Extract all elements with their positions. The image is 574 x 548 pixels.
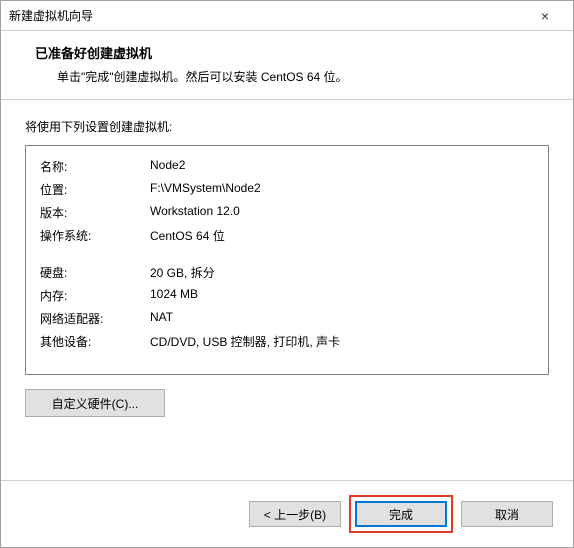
settings-value: 20 GB, 拆分 (150, 264, 534, 281)
settings-label: 其他设备: (40, 333, 150, 350)
settings-label: 硬盘: (40, 264, 150, 281)
close-icon: × (541, 8, 549, 24)
settings-label: 版本: (40, 204, 150, 221)
settings-value: CD/DVD, USB 控制器, 打印机, 声卡 (150, 333, 534, 350)
settings-row: 版本: Workstation 12.0 (40, 204, 534, 221)
titlebar: 新建虚拟机向导 × (1, 1, 573, 31)
settings-row: 操作系统: CentOS 64 位 (40, 227, 534, 244)
intro-text: 将使用下列设置创建虚拟机: (25, 118, 549, 135)
settings-row: 名称: Node2 (40, 158, 534, 175)
close-button[interactable]: × (525, 2, 565, 30)
header-title: 已准备好创建虚拟机 (35, 43, 553, 62)
cancel-button[interactable]: 取消 (461, 501, 553, 527)
settings-label: 位置: (40, 181, 150, 198)
highlight-annotation: 完成 (349, 495, 453, 533)
settings-value: NAT (150, 310, 534, 327)
customize-hardware-button[interactable]: 自定义硬件(C)... (25, 389, 165, 417)
settings-row: 位置: F:\VMSystem\Node2 (40, 181, 534, 198)
settings-label: 操作系统: (40, 227, 150, 244)
settings-gap (40, 250, 534, 264)
settings-value: 1024 MB (150, 287, 534, 304)
header-subtitle: 单击"完成"创建虚拟机。然后可以安装 CentOS 64 位。 (57, 68, 553, 85)
footer-buttons: < 上一步(B) 完成 取消 (1, 480, 573, 547)
window-title: 新建虚拟机向导 (9, 7, 93, 24)
content-area: 将使用下列设置创建虚拟机: 名称: Node2 位置: F:\VMSystem\… (1, 100, 573, 480)
settings-summary-box: 名称: Node2 位置: F:\VMSystem\Node2 版本: Work… (25, 145, 549, 375)
settings-row: 内存: 1024 MB (40, 287, 534, 304)
settings-row: 网络适配器: NAT (40, 310, 534, 327)
header-section: 已准备好创建虚拟机 单击"完成"创建虚拟机。然后可以安装 CentOS 64 位… (1, 31, 573, 100)
settings-label: 内存: (40, 287, 150, 304)
settings-label: 网络适配器: (40, 310, 150, 327)
settings-value: CentOS 64 位 (150, 227, 534, 244)
back-button[interactable]: < 上一步(B) (249, 501, 341, 527)
wizard-window: 新建虚拟机向导 × 已准备好创建虚拟机 单击"完成"创建虚拟机。然后可以安装 C… (0, 0, 574, 548)
settings-label: 名称: (40, 158, 150, 175)
settings-row: 其他设备: CD/DVD, USB 控制器, 打印机, 声卡 (40, 333, 534, 350)
settings-row: 硬盘: 20 GB, 拆分 (40, 264, 534, 281)
settings-value: F:\VMSystem\Node2 (150, 181, 534, 198)
settings-value: Node2 (150, 158, 534, 175)
settings-value: Workstation 12.0 (150, 204, 534, 221)
finish-button[interactable]: 完成 (355, 501, 447, 527)
